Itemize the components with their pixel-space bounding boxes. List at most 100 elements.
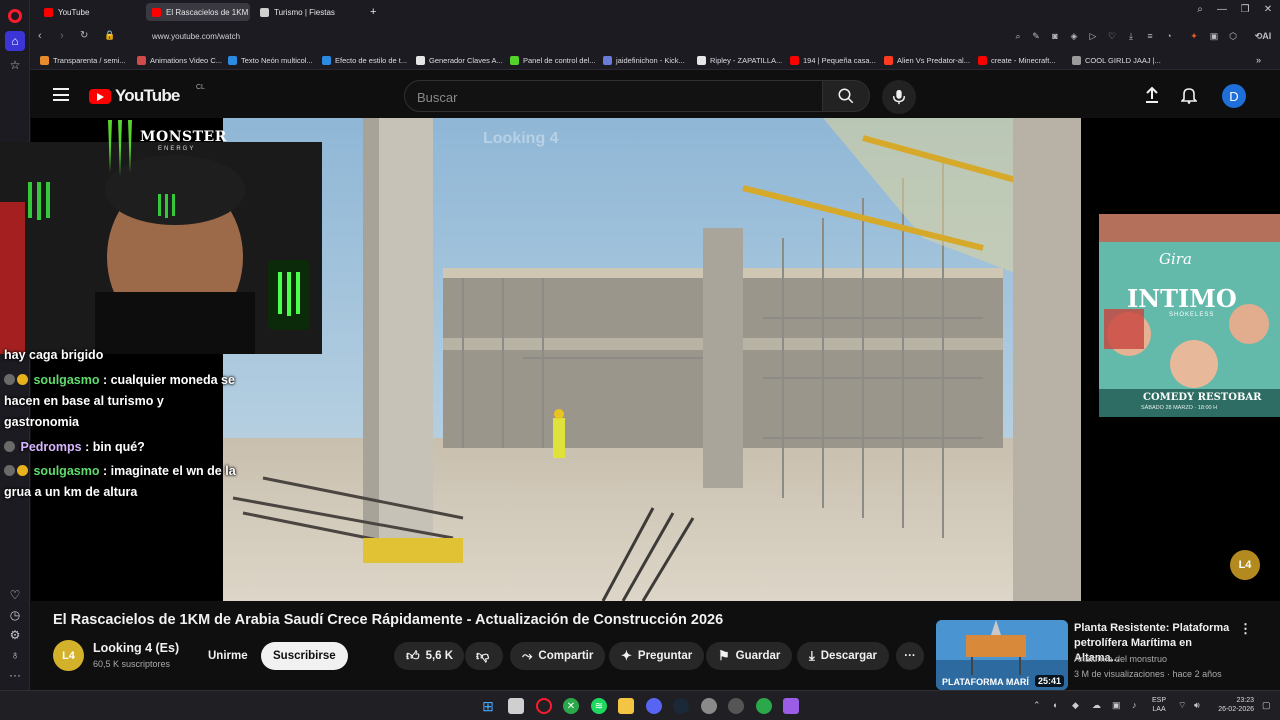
bookmark-item[interactable]: Ripley - ZAPATILLA... [697,53,782,67]
bookmarks-more-icon[interactable]: » [1256,53,1261,67]
bookmark-item[interactable]: Animations Video C... [137,53,222,67]
youtube-logo[interactable]: YouTube [89,86,180,106]
task-view-icon[interactable] [508,698,524,714]
extension-icon[interactable]: ✦ [1188,31,1200,42]
video-frame[interactable]: Looking 4 [223,118,1081,601]
back-icon[interactable]: ‹ [38,30,42,42]
bookmark-item[interactable]: jaidefinichon - Kick... [603,53,685,67]
minimize-icon[interactable]: — [1214,4,1230,15]
home-icon[interactable]: ⌂ [5,31,25,51]
close-icon[interactable]: ✕ [1260,4,1276,15]
url-field[interactable]: www.youtube.com/watch [152,32,240,41]
save-button[interactable]: ⚑ Guardar [706,642,793,670]
history-icon[interactable]: ◷ [5,605,25,625]
discord-icon[interactable] [646,698,662,714]
download-icon: ⤓ [809,648,815,663]
recommendation-channel[interactable]: Anatomía del monstruo [1074,654,1167,664]
spotify-icon[interactable]: ≋ [591,698,607,714]
more-actions-button[interactable]: ··· [896,642,924,670]
tray-app-icon[interactable]: ◐ [1053,700,1058,710]
menu-icon[interactable]: ≡ [1144,31,1156,41]
profile-icon[interactable]: ◔ [1163,31,1175,41]
reload-icon[interactable]: ↻ [80,30,88,41]
zoom-icon[interactable]: ⌕ [1012,31,1024,42]
network-icon[interactable]: ⌔ [1178,700,1186,711]
tab-turismo[interactable]: Turismo | Fiestas [254,3,358,21]
ad-venue: COMEDY RESTOBAR [1143,392,1262,403]
app-icon[interactable] [701,698,717,714]
volume-icon[interactable]: 🔊︎ [1194,700,1200,711]
download-icon[interactable]: ⤓ [1125,31,1137,42]
tray-app-icon[interactable]: ▣ [1112,700,1121,711]
tab-youtube[interactable]: YouTube [38,3,142,21]
ask-button[interactable]: ✦ Preguntar [609,642,705,670]
edit-icon[interactable]: ✎ [1030,31,1042,42]
subscribe-button[interactable]: Suscribirse [261,642,348,670]
bookmark-item[interactable]: Generador Claves A... [416,53,503,67]
heart-icon[interactable]: ♡ [5,585,25,605]
bookmark-item[interactable]: 194 | Pequeña casa... [790,53,876,67]
extension-icon[interactable]: ⬡ [1227,31,1239,42]
tab-active-video[interactable]: El Rascacielos de 1KM [146,3,250,21]
bookmark-item[interactable]: Panel de control del... [510,53,596,67]
app-icon[interactable] [783,698,799,714]
recommendation-meta: 3 M de visualizaciones · hace 2 años [1074,669,1222,679]
bookmark-item[interactable]: COOL GIRLD JAAJ |... [1072,53,1161,67]
search-tabs-icon[interactable]: ⌕ [1192,4,1208,15]
ad-banner[interactable]: Gira INTIMO SHOKELESS COMEDY RESTOBAR SÁ… [1099,214,1280,417]
share-button[interactable]: ⤳ Compartir [510,642,606,670]
camera-icon[interactable]: ◙ [1049,31,1061,41]
tray-app-icon[interactable]: ◆ [1072,700,1079,711]
voice-search-button[interactable] [882,80,916,114]
more-icon[interactable]: ··· [5,665,25,685]
shield-icon[interactable]: ◈ [1068,31,1080,42]
upload-icon[interactable] [1144,86,1160,109]
bookmark-favicon-icon [790,55,799,65]
language-indicator[interactable]: ESP LAA [1152,696,1166,714]
system-clock[interactable]: 23:23 26-02-2026 [1210,696,1254,714]
steam-icon[interactable] [673,698,689,714]
bookmark-item[interactable]: Alien Vs Predator-al... [884,53,970,67]
file-explorer-icon[interactable] [618,698,634,714]
bookmark-item[interactable]: Texto Neón multicol... [228,53,313,67]
download-button[interactable]: ⤓ Descargar [797,642,890,670]
recommendation-thumbnail[interactable]: PLATAFORMA MARÍ 25:41 [936,620,1068,690]
obs-icon[interactable] [728,698,744,714]
sparkle-icon: ✦ [621,648,632,663]
channel-avatar[interactable]: L4 [53,640,84,671]
account-avatar[interactable]: D [1222,84,1246,108]
search-button[interactable] [822,80,870,112]
pinboard-icon[interactable]: ☆ [5,55,25,75]
windows-start-icon[interactable]: ⊞ [480,698,496,714]
bookmark-item[interactable]: Efecto de estilo de t... [322,53,407,67]
channel-watermark-icon[interactable]: L4 [1230,550,1260,580]
recommendation-more-icon[interactable]: ⋮ [1239,621,1252,637]
xbox-app-icon[interactable] [756,698,772,714]
notifications-bell-icon[interactable] [1180,86,1198,109]
microphone-tray-icon[interactable]: ♪ [1132,700,1137,710]
forward-icon[interactable]: › [60,30,64,42]
dislike-button[interactable]: 👎︎ [465,642,503,670]
hamburger-menu-icon[interactable] [53,88,69,101]
maximize-icon[interactable]: ❐ [1237,4,1253,15]
like-button[interactable]: 👍︎ 5,6 K [394,642,464,670]
new-tab-button[interactable]: + [364,3,382,21]
extension-icon[interactable]: ▣ [1208,31,1220,42]
play-icon[interactable]: ▷ [1087,31,1099,42]
xbox-icon[interactable]: ✕ [563,698,579,714]
tray-overflow-icon[interactable]: ⌃ [1033,700,1041,711]
bookmark-favicon-icon [40,55,49,65]
bookmark-item[interactable]: Transparenta / semi... [40,53,126,67]
opera-taskbar-icon[interactable] [536,698,552,714]
settings-icon[interactable]: ⚙ [5,625,25,645]
tray-app-icon[interactable]: ☁ [1092,700,1101,711]
search-input[interactable] [417,88,807,106]
bookmark-item[interactable]: create - Minecraft... [978,53,1056,67]
heart-icon[interactable]: ♡ [1106,31,1118,42]
channel-name[interactable]: Looking 4 (Es) [93,641,179,655]
ai-button[interactable]: ⟲AI [1248,31,1278,42]
notification-center-icon[interactable]: ▢ [1262,700,1271,711]
opera-menu-icon[interactable] [5,6,25,26]
join-button[interactable]: Unirme [196,642,260,670]
lightbulb-icon[interactable]: ♁ [5,645,25,665]
